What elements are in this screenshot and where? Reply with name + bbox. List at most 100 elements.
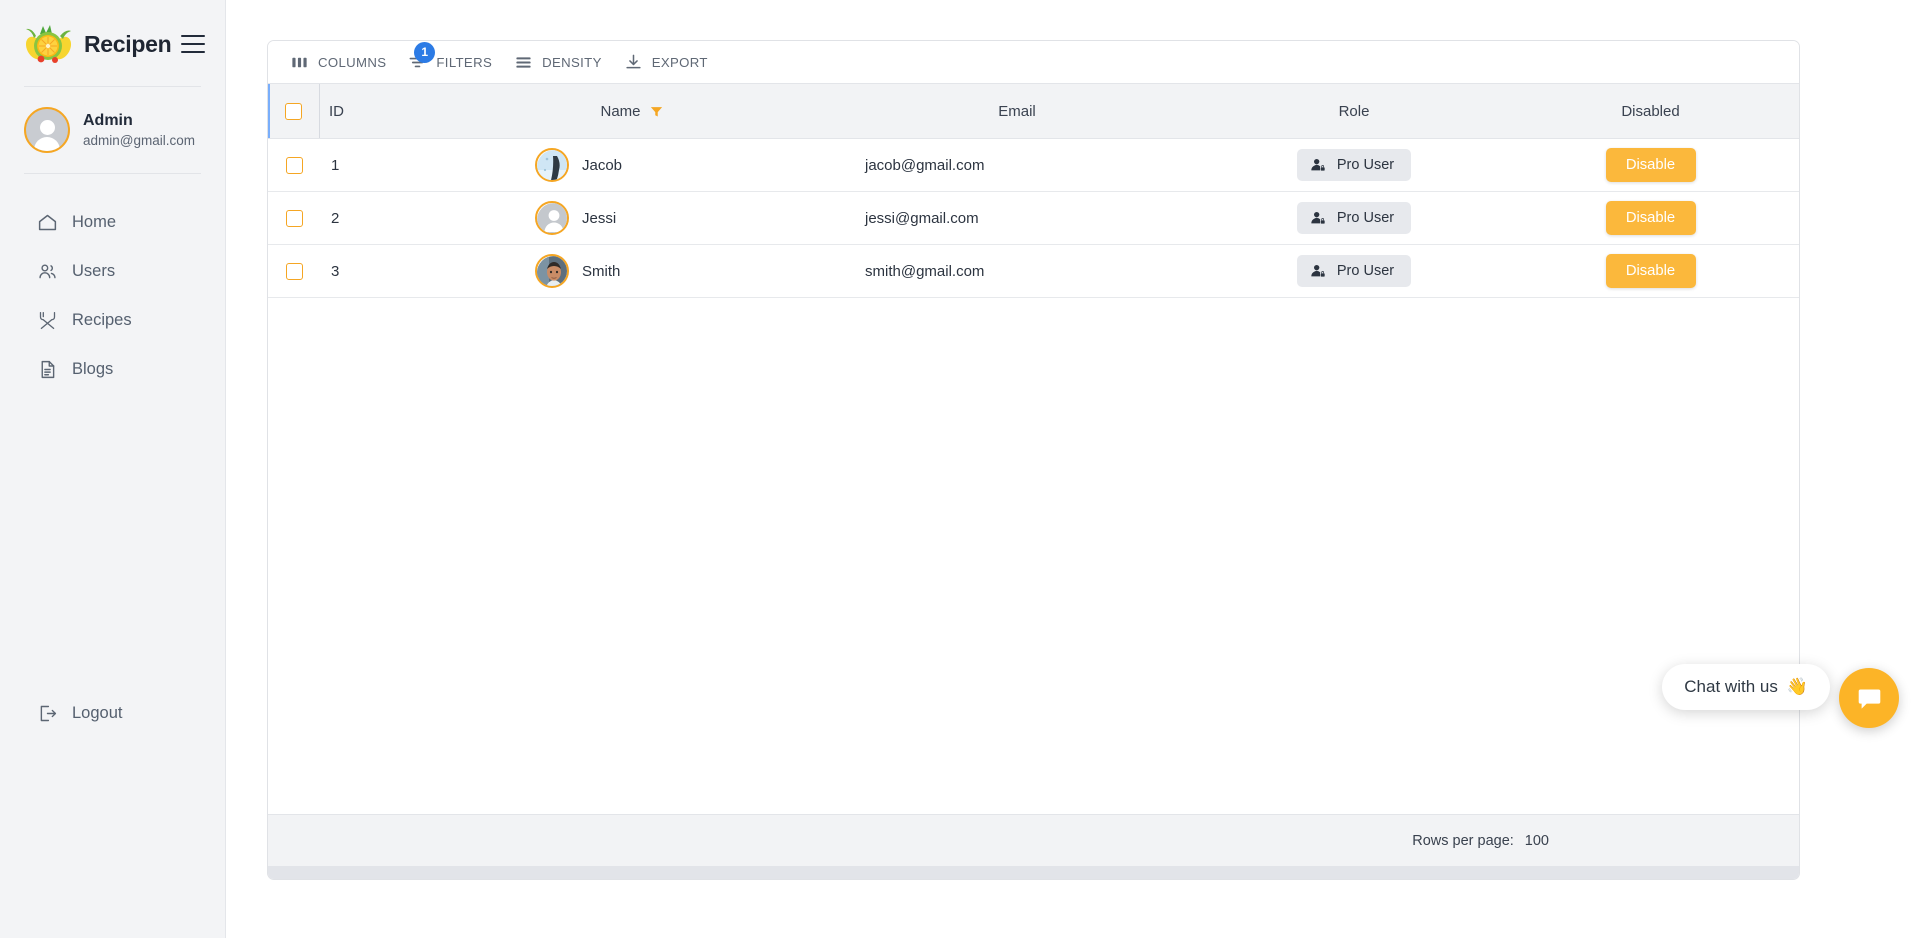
columns-label: COLUMNS xyxy=(318,54,387,70)
chat-prompt-bubble[interactable]: Chat with us 👋 xyxy=(1662,664,1830,710)
sidebar-item-users[interactable]: Users xyxy=(0,247,225,296)
export-download-icon xyxy=(624,53,643,72)
table-body: 1 Jacob jacob@gmail.com Pro User Disable… xyxy=(268,139,1799,814)
main-content: COLUMNS 1 FILTERS DENSITY EXPORT ID Name… xyxy=(226,0,1920,938)
avatar xyxy=(535,201,569,235)
column-header-name[interactable]: Name xyxy=(436,84,828,138)
pro-user-icon xyxy=(1311,159,1325,171)
rows-per-page-select[interactable]: 100 xyxy=(1525,833,1549,849)
sidebar-item-label: Recipes xyxy=(72,311,132,329)
cell-email: jacob@gmail.com xyxy=(865,156,985,174)
row-select-cell xyxy=(268,245,320,297)
role-label: Pro User xyxy=(1336,210,1395,226)
sidebar-item-label: Users xyxy=(72,262,116,280)
sidebar-item-blogs[interactable]: Blogs xyxy=(0,345,225,394)
chat-bubble-icon xyxy=(1856,685,1883,712)
density-label: DENSITY xyxy=(542,54,602,70)
cell-name: Jessi xyxy=(436,192,828,244)
cell-role: Pro User xyxy=(1206,192,1502,244)
grid-toolbar: COLUMNS 1 FILTERS DENSITY EXPORT xyxy=(268,41,1799,83)
column-header-name-label: Name xyxy=(600,102,641,120)
sidebar-item-label: Blogs xyxy=(72,360,114,378)
sidebar-item-label: Logout xyxy=(72,704,123,722)
users-data-grid: COLUMNS 1 FILTERS DENSITY EXPORT ID Name… xyxy=(267,40,1800,880)
table-row[interactable]: 2 Jessi jessi@gmail.com Pro User Disable xyxy=(268,192,1799,245)
table-header-row: ID Name Email Role Disabled xyxy=(268,83,1799,139)
role-label: Pro User xyxy=(1336,157,1395,173)
cell-role: Pro User xyxy=(1206,245,1502,297)
export-label: EXPORT xyxy=(651,54,708,70)
column-header-email[interactable]: Email xyxy=(828,84,1206,138)
sidebar-item-home[interactable]: Home xyxy=(0,198,225,247)
row-select-cell xyxy=(268,192,320,244)
brand-row: Recipen xyxy=(0,0,225,80)
name-filter-active-icon[interactable] xyxy=(649,104,664,119)
density-button[interactable]: DENSITY xyxy=(504,47,612,78)
profile-email: admin@gmail.com xyxy=(83,133,195,148)
cell-disabled: Disable xyxy=(1502,139,1799,191)
cell-name-label: Jacob xyxy=(582,156,623,174)
pro-user-icon xyxy=(1311,212,1325,224)
row-checkbox[interactable] xyxy=(285,209,303,227)
grid-footer: Rows per page: 100 xyxy=(268,814,1799,866)
cell-email: smith@gmail.com xyxy=(865,262,985,280)
row-checkbox[interactable] xyxy=(285,156,303,174)
cell-disabled: Disable xyxy=(1502,245,1799,297)
disable-button[interactable]: Disable xyxy=(1605,148,1696,182)
pro-user-icon xyxy=(1311,265,1325,277)
cell-name: Smith xyxy=(436,245,828,297)
cell-name-label: Jessi xyxy=(582,209,617,227)
sidebar-item-logout[interactable]: Logout xyxy=(0,689,225,738)
rows-per-page-label: Rows per page: xyxy=(1412,832,1514,849)
brand-title: Recipen xyxy=(84,30,172,57)
column-header-id[interactable]: ID xyxy=(320,84,436,138)
role-badge[interactable]: Pro User xyxy=(1296,202,1412,234)
row-checkbox[interactable] xyxy=(285,262,303,280)
filters-label: FILTERS xyxy=(436,54,493,70)
home-icon xyxy=(37,212,58,233)
columns-icon xyxy=(290,53,309,72)
select-all-header-cell xyxy=(268,84,320,138)
hamburger-menu-icon[interactable] xyxy=(181,35,206,53)
citrus-fruit-logo-icon xyxy=(22,22,74,66)
horizontal-scrollbar[interactable] xyxy=(268,866,1799,879)
table-row[interactable]: 1 Jacob jacob@gmail.com Pro User Disable xyxy=(268,139,1799,192)
fork-knife-icon xyxy=(37,310,58,331)
cell-name: Jacob xyxy=(436,139,828,191)
avatar xyxy=(535,254,569,288)
density-icon xyxy=(514,53,533,72)
cell-email: jessi@gmail.com xyxy=(865,209,979,227)
filters-button[interactable]: 1 FILTERS xyxy=(398,41,502,78)
chat-fab-button[interactable] xyxy=(1839,668,1899,728)
cell-id: 1 xyxy=(331,156,340,174)
avatar xyxy=(24,107,70,153)
role-badge[interactable]: Pro User xyxy=(1296,149,1412,181)
column-header-role[interactable]: Role xyxy=(1206,84,1502,138)
users-icon xyxy=(37,261,58,282)
disable-button[interactable]: Disable xyxy=(1605,254,1696,288)
filters-count-badge: 1 xyxy=(414,41,436,63)
cell-name-label: Smith xyxy=(582,262,621,280)
sidebar: Recipen Admin admin@gmail.com Home Users… xyxy=(0,0,226,938)
disable-button[interactable]: Disable xyxy=(1605,201,1696,235)
select-all-checkbox[interactable] xyxy=(285,102,302,120)
cell-id: 3 xyxy=(331,262,340,280)
avatar xyxy=(535,148,569,182)
cell-disabled: Disable xyxy=(1502,192,1799,244)
columns-button[interactable]: COLUMNS xyxy=(280,47,396,78)
export-button[interactable]: EXPORT xyxy=(614,47,718,78)
sidebar-item-label: Home xyxy=(72,213,117,231)
sidebar-nav: Home Users Recipes Blogs xyxy=(0,174,225,394)
role-label: Pro User xyxy=(1336,263,1395,279)
profile-block[interactable]: Admin admin@gmail.com xyxy=(0,87,225,173)
row-select-cell xyxy=(268,139,320,191)
cell-id: 2 xyxy=(331,209,340,227)
app-root: Recipen Admin admin@gmail.com Home Users… xyxy=(0,0,1920,938)
table-row[interactable]: 3 Smith smith@gmail.com Pro User Disable xyxy=(268,245,1799,298)
profile-name: Admin xyxy=(83,112,133,129)
role-badge[interactable]: Pro User xyxy=(1296,255,1412,287)
cell-role: Pro User xyxy=(1206,139,1502,191)
column-header-disabled[interactable]: Disabled xyxy=(1502,84,1799,138)
chat-bubble-text: Chat with us xyxy=(1684,677,1778,696)
sidebar-item-recipes[interactable]: Recipes xyxy=(0,296,225,345)
